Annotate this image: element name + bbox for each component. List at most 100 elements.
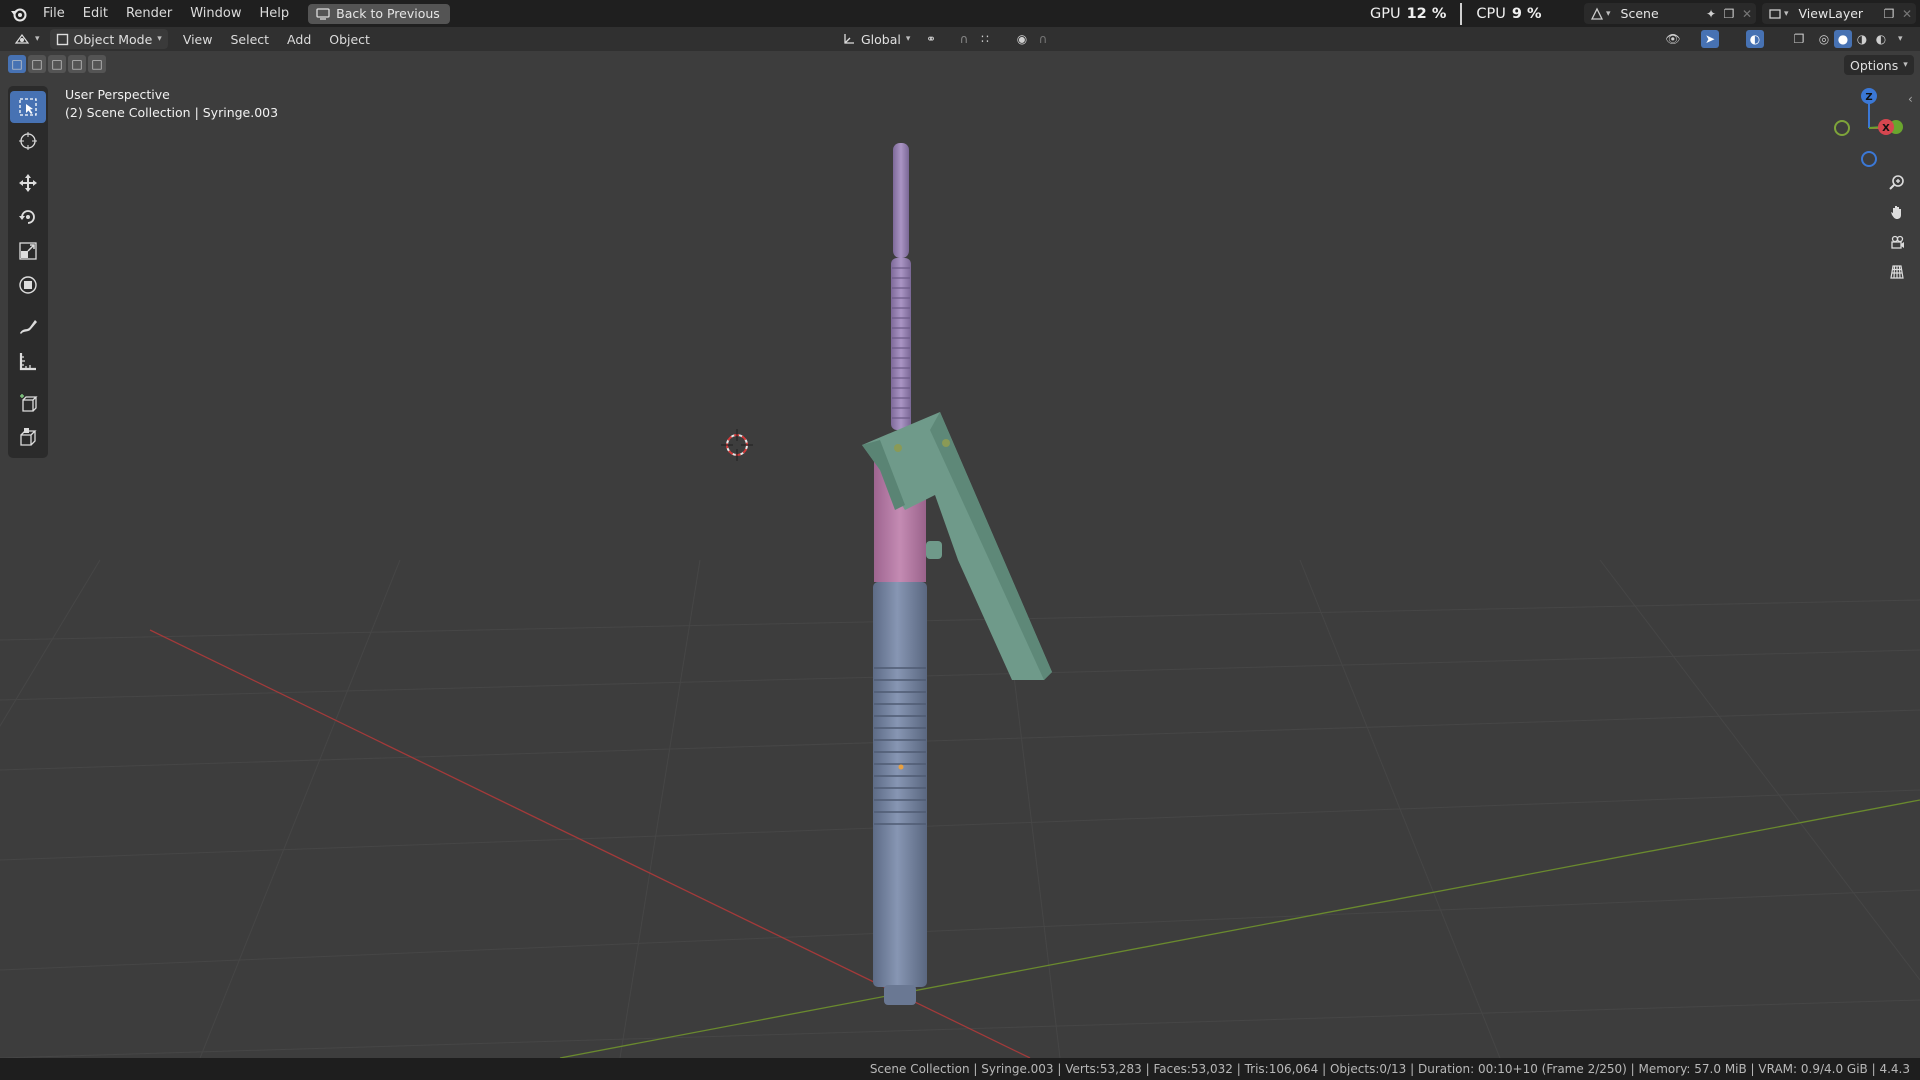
viewport-canvas[interactable]: Z X [0, 51, 1920, 1058]
rotate-icon [18, 207, 38, 227]
options-label: Options [1850, 57, 1899, 73]
extrude-icon [18, 427, 38, 447]
status-bar: Scene Collection | Syringe.003 | Verts:5… [0, 1058, 1920, 1080]
tool-move[interactable] [10, 167, 46, 199]
gizmo-neg-z [1861, 151, 1877, 167]
syringe-model[interactable] [862, 143, 1052, 1005]
editor-type-selector[interactable]: ▾ [8, 29, 46, 49]
pin-icon[interactable]: ✦ [1702, 5, 1720, 23]
scene-name: Scene [1620, 6, 1659, 21]
pivot-point-icon[interactable]: ⚭ [922, 30, 940, 48]
tool-annotate[interactable] [10, 311, 46, 343]
annotate-icon [18, 317, 38, 337]
menu-edit[interactable]: Edit [74, 6, 117, 21]
blender-logo-icon[interactable] [10, 6, 28, 22]
menu-render[interactable]: Render [117, 6, 181, 21]
scene-icon [1588, 5, 1606, 23]
tool-measure[interactable] [10, 345, 46, 377]
new-view-layer-icon[interactable]: ❐ [1880, 5, 1898, 23]
menu-view[interactable]: View [174, 32, 222, 47]
overlays-icon[interactable]: ◐ [1746, 30, 1764, 48]
transform-orientation-selector[interactable]: Global ▾ [836, 29, 916, 49]
viewport-collection-label: (2) Scene Collection | Syringe.003 [65, 105, 279, 120]
select-invert-icon[interactable]: □ [68, 55, 86, 73]
viewport-perspective-label: User Perspective [65, 87, 170, 102]
tool-scale[interactable] [10, 235, 46, 267]
menu-add[interactable]: Add [278, 32, 320, 47]
menu-help[interactable]: Help [251, 6, 299, 21]
cpu-value: 9 % [1511, 5, 1542, 22]
select-box-icon [18, 97, 38, 117]
view-layer-selector[interactable]: ▾ ViewLayer ❐ ✕ [1762, 3, 1916, 24]
select-extend-icon[interactable]: □ [28, 55, 46, 73]
proportional-editing-icon[interactable]: ◉ [1013, 30, 1031, 48]
close-icon[interactable]: ✕ [1738, 5, 1756, 23]
tool-transform[interactable] [10, 269, 46, 301]
snap-target-icon[interactable]: ∷ [976, 30, 994, 48]
menu-file[interactable]: File [34, 6, 74, 21]
visibility-icon[interactable]: 👁 [1664, 30, 1682, 48]
3d-cursor[interactable] [721, 429, 753, 461]
camera-view-icon[interactable] [1884, 229, 1910, 255]
object-mode-icon [56, 33, 69, 46]
mode-selector[interactable]: Object Mode ▾ [49, 29, 168, 49]
3d-viewport-icon [14, 32, 30, 46]
gpu-label: GPU [1370, 5, 1401, 22]
tool-select-box[interactable] [10, 91, 46, 123]
chevron-down-icon: ▾ [1606, 8, 1611, 19]
mode-label: Object Mode [73, 31, 153, 47]
material-shading-icon[interactable]: ◑ [1853, 30, 1871, 48]
back-to-previous-label: Back to Previous [336, 6, 440, 21]
options-dropdown[interactable]: Options ▾ [1844, 55, 1914, 75]
chevron-down-icon: ▾ [35, 34, 40, 44]
stats-divider [1460, 2, 1463, 25]
view-layer-icon [1766, 5, 1784, 23]
menu-window[interactable]: Window [181, 6, 250, 21]
floor-grid [0, 559, 1920, 1058]
rendered-shading-icon[interactable]: ◐ [1872, 30, 1890, 48]
new-scene-icon[interactable]: ❐ [1720, 5, 1738, 23]
select-intersect-icon[interactable]: □ [88, 55, 106, 73]
gizmo-x-label: X [1882, 123, 1890, 134]
tool-rotate[interactable] [10, 201, 46, 233]
chevron-down-icon[interactable]: ▾ [1898, 34, 1903, 44]
measure-icon [18, 351, 38, 371]
cursor-icon [18, 131, 38, 151]
gizmo-neg-y [1834, 120, 1850, 136]
menu-object[interactable]: Object [320, 32, 379, 47]
select-subtract-icon[interactable]: □ [48, 55, 66, 73]
wireframe-shading-icon[interactable]: ◎ [1815, 30, 1833, 48]
falloff-icon[interactable]: ∩ [1034, 30, 1052, 48]
scene-selector[interactable]: ▾ Scene ✦ ❐ ✕ [1584, 3, 1756, 24]
viewport-header: ▾ Object Mode ▾ View Select Add Object G… [0, 27, 1920, 51]
sidebar-toggle-icon[interactable]: ‹ [1908, 92, 1913, 106]
select-new-icon[interactable]: □ [8, 55, 26, 73]
menu-select[interactable]: Select [221, 32, 278, 47]
scene-statistics: Scene Collection | Syringe.003 | Verts:5… [869, 1062, 1910, 1076]
perspective-toggle-icon[interactable] [1884, 259, 1910, 285]
navigation-gizmo[interactable]: Z X [1834, 88, 1903, 167]
tool-extrude[interactable] [10, 421, 46, 453]
chevron-down-icon: ▾ [1784, 8, 1789, 19]
tool-cursor[interactable] [10, 125, 46, 157]
chevron-down-icon: ▾ [905, 34, 911, 44]
pan-hand-icon[interactable] [1884, 199, 1910, 225]
scale-icon [18, 241, 38, 261]
view-layer-name: ViewLayer [1798, 6, 1864, 21]
orientation-icon [842, 32, 856, 46]
screen-icon [316, 7, 330, 20]
snap-icon[interactable]: ∩ [955, 30, 973, 48]
tool-shelf [8, 86, 48, 458]
tool-add-cube[interactable] [10, 387, 46, 419]
add-cube-icon [18, 393, 38, 413]
orientation-label: Global [861, 31, 901, 47]
zoom-icon[interactable] [1884, 169, 1910, 195]
chevron-down-icon: ▾ [157, 34, 162, 44]
solid-shading-icon[interactable]: ● [1834, 30, 1852, 48]
gizmo-toggle-icon[interactable]: ➤ [1701, 30, 1719, 48]
close-icon[interactable]: ✕ [1898, 5, 1916, 23]
transform-icon [18, 275, 38, 295]
xray-icon[interactable]: ❐ [1790, 30, 1808, 48]
back-to-previous-button[interactable]: Back to Previous [308, 3, 450, 24]
chevron-down-icon: ▾ [1903, 60, 1908, 70]
